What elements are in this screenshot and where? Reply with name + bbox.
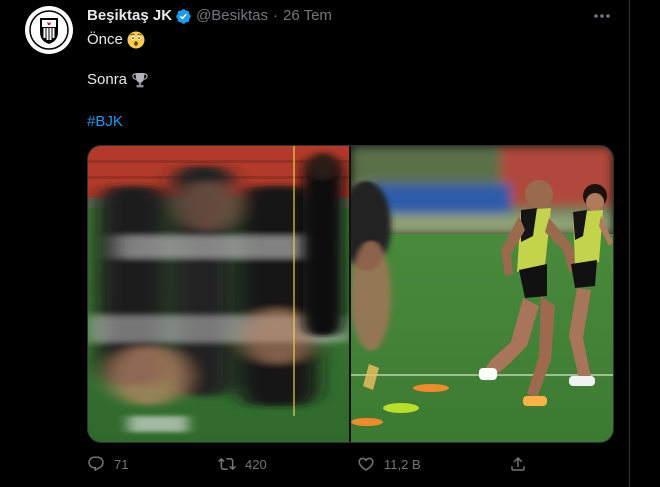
astonished-face-icon bbox=[127, 31, 145, 49]
reply-button[interactable]: 71 bbox=[87, 455, 128, 473]
tweet-date[interactable]: 26 Tem bbox=[283, 7, 332, 25]
hashtag-link[interactable]: #BJK bbox=[87, 112, 123, 132]
tweet-text-once: Önce bbox=[87, 31, 123, 48]
verified-badge-icon bbox=[175, 8, 192, 25]
blurred-players-image bbox=[88, 146, 349, 442]
retweet-icon bbox=[218, 457, 236, 471]
share-button[interactable] bbox=[509, 455, 536, 473]
user-handle[interactable]: @Besiktas bbox=[196, 7, 268, 25]
tweet-header: Beşiktaş JK @Besiktas · 26 Tem bbox=[87, 7, 332, 25]
trophy-icon bbox=[131, 71, 149, 89]
timeline-border bbox=[629, 0, 630, 487]
retweet-count: 420 bbox=[245, 456, 267, 472]
tweet-actions-bar: 71 420 11,2 B bbox=[87, 455, 612, 475]
tweet-text-line-2: Sonra bbox=[87, 70, 149, 90]
tweet-text-sonra: Sonra bbox=[87, 71, 128, 88]
tweet-text-line-3: #BJK bbox=[87, 112, 123, 132]
separator-dot: · bbox=[272, 7, 278, 24]
more-dots-icon[interactable] bbox=[590, 6, 614, 26]
reply-icon bbox=[88, 456, 104, 472]
tweet-media-grid bbox=[87, 145, 614, 443]
photo-before-training-blur[interactable] bbox=[88, 146, 349, 442]
display-name[interactable]: Beşiktaş JK bbox=[87, 7, 172, 25]
besiktas-logo-icon bbox=[29, 10, 69, 50]
sprinting-players-image bbox=[351, 146, 613, 442]
photo-after-training-sprint[interactable] bbox=[351, 146, 613, 442]
heart-icon bbox=[358, 457, 374, 471]
retweet-button[interactable]: 420 bbox=[218, 455, 267, 473]
avatar[interactable] bbox=[25, 6, 73, 54]
like-count: 11,2 B bbox=[384, 456, 421, 472]
share-icon bbox=[511, 456, 525, 471]
tweet-text-line-1: Önce bbox=[87, 30, 145, 50]
like-button[interactable]: 11,2 B bbox=[357, 455, 421, 473]
tweet-card[interactable]: Beşiktaş JK @Besiktas · 26 Tem Önce Sonr… bbox=[0, 0, 660, 487]
reply-count: 71 bbox=[114, 456, 129, 472]
